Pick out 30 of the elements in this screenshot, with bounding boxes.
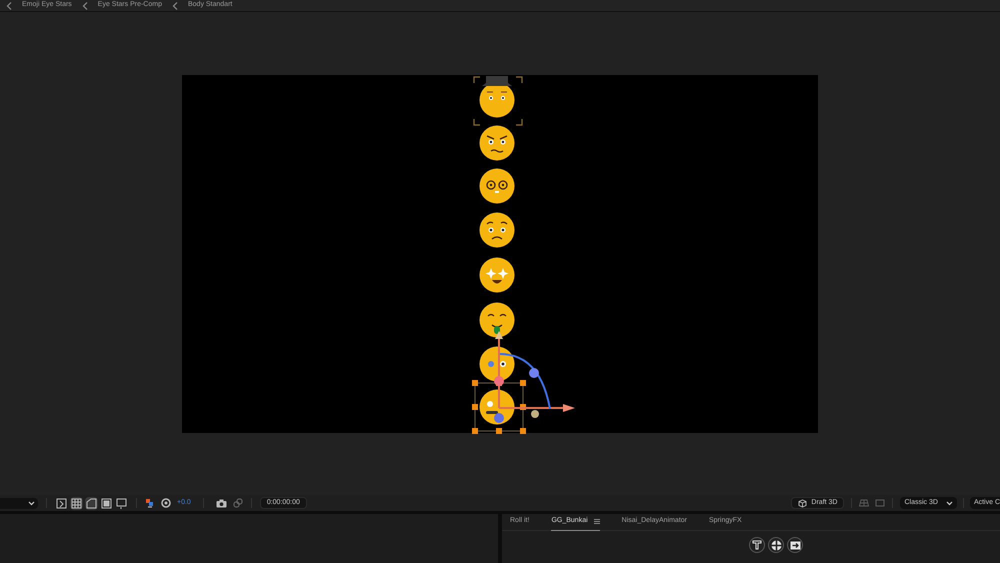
color-channels-icon[interactable] <box>145 498 155 508</box>
camera-icon[interactable] <box>216 498 227 508</box>
chevron-left-icon <box>6 2 12 10</box>
floor-grid-icon[interactable] <box>859 499 870 507</box>
menu-icon <box>594 519 600 524</box>
cube-icon <box>798 498 808 508</box>
emoji-face-icon <box>480 76 514 117</box>
emoji-face-icon <box>480 125 514 160</box>
emoji-face-icon <box>480 212 514 247</box>
chevron-left-icon <box>172 2 178 10</box>
emoji-face-icon <box>480 168 514 203</box>
snapshot-frame-icon[interactable] <box>55 496 68 510</box>
transform-gizmo-drawing[interactable] <box>472 330 575 434</box>
display-icon[interactable] <box>115 496 128 510</box>
grid-icon[interactable] <box>70 496 83 510</box>
exposure-icon[interactable] <box>161 498 171 508</box>
mask-path-icon[interactable] <box>85 496 98 510</box>
selection-bracket-drawing <box>473 76 523 126</box>
emoji-face-icon <box>480 257 514 292</box>
chevron-left-icon <box>82 2 88 10</box>
emoji-face-icon <box>480 302 514 337</box>
emoji-face-icon <box>480 346 514 381</box>
region-icon[interactable] <box>100 496 113 510</box>
caret-icon <box>28 500 35 506</box>
text-tool-icon[interactable] <box>749 537 765 553</box>
caret-icon <box>946 500 953 506</box>
link-icon[interactable] <box>232 498 243 508</box>
crosshair-icon[interactable] <box>768 537 784 553</box>
emoji-face-icon <box>480 389 514 424</box>
extended-viewer-icon[interactable] <box>875 498 886 508</box>
